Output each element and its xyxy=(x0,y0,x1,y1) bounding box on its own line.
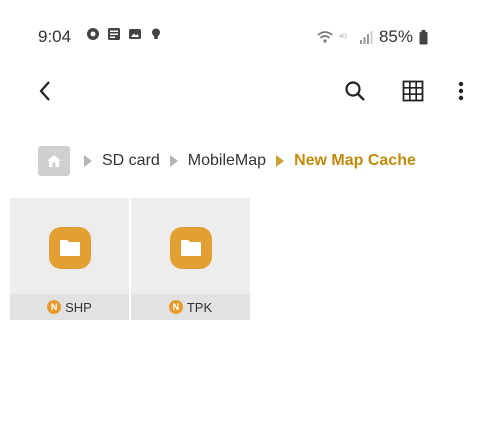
folder-name: SHP xyxy=(65,299,92,315)
battery-percent: 85% xyxy=(378,27,413,46)
breadcrumb: SD card MobileMap New Map Cache xyxy=(38,146,426,176)
new-badge: N xyxy=(168,300,183,314)
grid-view-icon xyxy=(402,80,424,102)
toolbar xyxy=(0,72,486,112)
folder-icon xyxy=(170,227,212,269)
breadcrumb-separator-icon xyxy=(276,155,285,167)
search-button[interactable] xyxy=(340,76,370,106)
signal-icon xyxy=(359,30,373,44)
notification-icons xyxy=(86,27,163,41)
folder-grid: N SHP N TPK xyxy=(10,198,250,320)
home-button[interactable] xyxy=(38,146,70,176)
wifi-icon xyxy=(317,30,333,43)
more-vertical-icon xyxy=(458,81,464,101)
home-icon xyxy=(47,155,61,167)
folder-label-bar: N TPK xyxy=(131,294,250,320)
chevron-left-icon xyxy=(39,81,50,101)
svg-text:4G: 4G xyxy=(339,34,347,40)
grid-view-button[interactable] xyxy=(398,76,428,106)
folder-name: TPK xyxy=(186,299,213,315)
news-icon xyxy=(108,28,120,40)
folder-icon xyxy=(49,227,91,269)
breadcrumb-item-sd-card[interactable]: SD card xyxy=(102,152,160,170)
back-button[interactable] xyxy=(30,76,60,106)
folder-glyph-icon xyxy=(60,240,80,256)
more-options-button[interactable] xyxy=(446,76,476,106)
system-icons: 4G 85% xyxy=(317,27,428,47)
folder-tile-shp[interactable]: N SHP xyxy=(10,198,129,320)
breadcrumb-item-mobilemap[interactable]: MobileMap xyxy=(188,152,266,170)
breadcrumb-separator-icon xyxy=(169,155,178,167)
folder-glyph-icon xyxy=(181,240,201,256)
new-badge: N xyxy=(47,300,62,314)
lte-icon: 4G xyxy=(339,34,347,40)
messenger-icon xyxy=(87,28,99,40)
bulb-icon xyxy=(152,28,160,39)
search-icon xyxy=(345,81,365,101)
status-time: 9:04 xyxy=(38,27,72,46)
gallery-icon xyxy=(129,29,141,39)
folder-tile-tpk[interactable]: N TPK xyxy=(131,198,250,320)
status-bar: 9:04 4G 85% xyxy=(0,0,486,70)
breadcrumb-item-current: New Map Cache xyxy=(294,152,416,169)
breadcrumb-separator-icon xyxy=(84,155,92,167)
folder-label-bar: N SHP xyxy=(10,294,129,320)
battery-icon xyxy=(419,29,428,44)
